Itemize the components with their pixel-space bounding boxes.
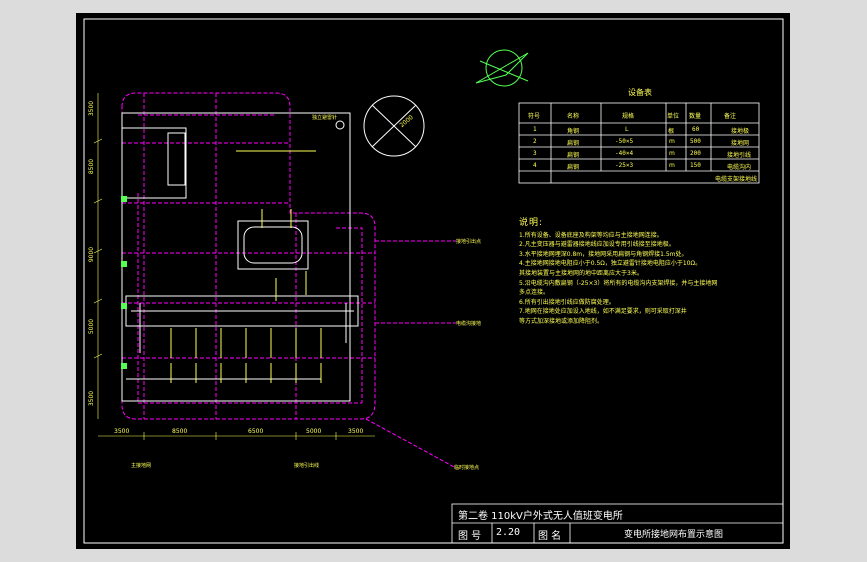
dim-v-5: 3500 <box>88 390 96 407</box>
table-cell: -40×4 <box>615 150 634 157</box>
dim-h-5: 3500 <box>348 428 364 435</box>
table-cell: 2 <box>533 138 537 145</box>
note-line: 7.地网在接地处应加设入地线，如不满足要求，则可采取打深井 <box>519 308 687 316</box>
table-cell: m <box>669 162 675 169</box>
table-cell: -25×3 <box>615 162 634 169</box>
dim-h-1: 3500 <box>114 428 130 435</box>
note-line: 1.所有设备、设备底座及构架等均应与主接地网连接。 <box>519 231 663 239</box>
drawing-sheet: 3500 8500 9000 5000 3500 3500 8500 6500 … <box>76 13 790 549</box>
drawing-name: 变电所接地网布置示意图 <box>624 530 724 540</box>
table-header-4: 单位 <box>667 113 680 120</box>
table-cell: 200 <box>690 150 701 157</box>
sheet-label: 图 名 <box>538 531 562 542</box>
table-cell: 根 <box>668 128 675 135</box>
table-header-5: 数量 <box>689 113 702 120</box>
right-label-1: 接地引出点 <box>456 239 482 245</box>
note-line: 2.凡主变压器与避雷器接地线应加设专用引线接至接地极。 <box>519 241 675 249</box>
bottom-label-3: 临时接地点 <box>454 465 480 471</box>
material-table: 符号 名称 规格 单位 数量 备注 1 角钢 L 根 60 接地极 2 扁钢 -… <box>519 103 759 183</box>
dim-h-3: 6500 <box>248 428 264 435</box>
dim-v-2: 8500 <box>88 158 96 175</box>
dimension-lines <box>93 93 375 440</box>
note-line: 其接地装置与主接地网的地中距离应大于3米。 <box>519 269 643 277</box>
book-title: 第二卷 110kV户外式无人值班变电所 <box>458 511 623 522</box>
table-header-3: 规格 <box>622 113 635 120</box>
dim-h-4: 5000 <box>306 428 322 435</box>
bottom-label-1: 主接地网 <box>131 463 152 469</box>
table-cell: m <box>669 150 675 157</box>
grounding-rods <box>170 150 322 383</box>
table-cell: 500 <box>690 138 701 145</box>
table-cell: 3 <box>533 150 537 157</box>
table-cell: 接地网 <box>731 140 750 147</box>
table-cell: 150 <box>690 162 701 169</box>
bottom-label-2: 接地引出线 <box>294 463 320 469</box>
table-cell: 1 <box>533 126 537 133</box>
table-cell: m <box>669 138 675 145</box>
dim-h-2: 8500 <box>172 428 188 435</box>
note-line: 等方式加深接地或添加降阻剂。 <box>519 317 604 325</box>
north-arrow-icon <box>475 49 529 87</box>
table-cell: -50×5 <box>615 138 634 145</box>
table-cell: 4 <box>533 162 537 169</box>
plan-top-label: 独立避雷针 <box>312 115 338 121</box>
note-line: 4.主接地网接地电阻应小于0.5Ω，独立避雷针接地电阻应小于10Ω。 <box>519 260 702 268</box>
table-cell: 角钢 <box>567 128 580 135</box>
note-line: 6.所有引出接地引线应做防腐处理。 <box>519 298 615 306</box>
drawing-no-label: 图 号 <box>458 531 482 542</box>
table-cell: 扁钢 <box>567 152 580 159</box>
dim-v-1: 3500 <box>88 100 96 117</box>
design-notes: 说明: 1.所有设备、设备底座及构架等均应与主接地网连接。 2.凡主变压器与避雷… <box>519 218 789 327</box>
note-line: 多点连接。 <box>519 289 550 297</box>
dim-v-4: 5000 <box>88 318 96 335</box>
table-footer: 电缆支架接地线 <box>715 176 758 183</box>
table-cell: 接地极 <box>731 128 750 135</box>
table-cell: 接地引线 <box>727 152 752 159</box>
table-header-1: 符号 <box>528 113 541 120</box>
notes-title: 说明: <box>519 218 544 228</box>
table-header-2: 名称 <box>567 113 580 120</box>
table-cell: 电缆沟内 <box>727 164 752 171</box>
ground-grid <box>121 92 457 469</box>
table-header-6: 备注 <box>724 113 737 120</box>
right-label-2: 电缆沟接地 <box>456 321 482 327</box>
table-cell: 60 <box>692 126 700 133</box>
table-cell: L <box>625 126 629 133</box>
table-cell: 扁钢 <box>567 140 580 147</box>
dim-v-3: 9000 <box>88 246 96 263</box>
material-table-title: 设备表 <box>628 88 652 97</box>
lightning-rod-protection-circle <box>363 95 425 157</box>
note-line: 5.沿电缆沟内敷扁钢（-25×3）将所有的电缆沟内支架焊接，并与主接地网 <box>519 279 718 287</box>
note-line: 3.水平接地网埋深0.8m，接地网采用扁钢与角钢焊接1.5m处。 <box>519 250 688 258</box>
drawing-no: 2.20 <box>496 527 521 538</box>
table-cell: 扁钢 <box>567 164 580 171</box>
